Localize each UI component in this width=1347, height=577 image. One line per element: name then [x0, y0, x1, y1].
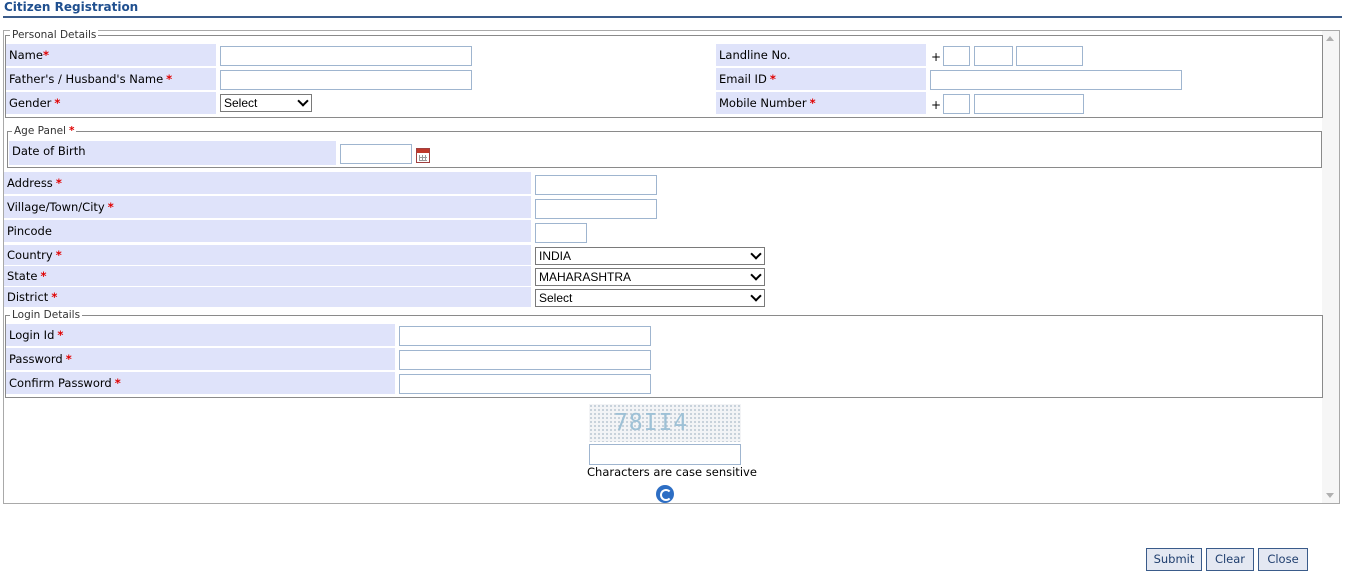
password-label: Password * — [6, 348, 395, 370]
required-mark: * — [55, 176, 62, 190]
pincode-label: Pincode — [4, 220, 531, 242]
landline-label-text: Landline No. — [719, 48, 791, 62]
captcha-input[interactable] — [589, 444, 741, 465]
chevron-down-icon — [750, 269, 762, 281]
required-mark: * — [51, 290, 58, 304]
scrollbar[interactable] — [1322, 31, 1339, 503]
gender-select-value: Select — [224, 96, 258, 110]
required-mark: * — [114, 376, 121, 390]
landline-plus-sign: + — [931, 50, 942, 64]
country-label-text: Country — [7, 248, 53, 262]
mobile-country-code-input[interactable] — [943, 94, 970, 114]
gender-label-text: Gender — [9, 96, 52, 110]
login-id-label: Login Id * — [6, 324, 395, 346]
village-input[interactable] — [535, 199, 657, 219]
login-details-legend: Login Details — [10, 308, 83, 322]
dob-label: Date of Birth — [9, 141, 336, 165]
required-mark: * — [68, 125, 75, 137]
district-label: District * — [4, 287, 531, 307]
required-mark: * — [55, 248, 62, 262]
confirm-password-label: Confirm Password * — [6, 372, 395, 394]
village-label-text: Village/Town/City — [7, 200, 105, 214]
captcha-image-text: 78II4 — [614, 410, 689, 436]
name-label-text: Name — [9, 48, 43, 62]
submit-button[interactable]: Submit — [1146, 548, 1202, 571]
dob-input[interactable] — [340, 144, 412, 164]
required-mark: * — [107, 200, 114, 214]
email-label-text: Email ID — [719, 72, 767, 86]
landline-number-input[interactable] — [1016, 46, 1083, 66]
captcha-image: 78II4 — [589, 404, 741, 442]
scroll-up-arrow-icon[interactable] — [1326, 36, 1334, 41]
required-mark: * — [769, 72, 776, 86]
country-select-value: INDIA — [539, 249, 572, 263]
password-input[interactable] — [399, 350, 651, 370]
mobile-label-text: Mobile Number — [719, 96, 807, 110]
pincode-input[interactable] — [535, 223, 587, 243]
name-label: Name* — [6, 44, 216, 66]
email-input[interactable] — [930, 70, 1182, 90]
required-mark: * — [42, 48, 49, 62]
village-label: Village/Town/City * — [4, 196, 531, 218]
login-id-input[interactable] — [399, 326, 651, 346]
state-select-value: MAHARASHTRA — [539, 270, 632, 284]
password-label-text: Password — [9, 352, 63, 366]
personal-details-legend: Personal Details — [10, 28, 99, 42]
gender-select[interactable]: Select — [220, 94, 312, 112]
confirm-password-input[interactable] — [399, 374, 651, 394]
refresh-captcha-icon[interactable] — [656, 485, 674, 503]
father-name-label: Father's / Husband's Name * — [6, 68, 216, 90]
age-panel-legend: Age Panel * — [12, 124, 77, 138]
address-label-text: Address — [7, 176, 53, 190]
landline-label: Landline No. — [716, 44, 926, 66]
name-input[interactable] — [220, 46, 472, 66]
required-mark: * — [40, 269, 47, 283]
login-id-label-text: Login Id — [9, 328, 55, 342]
mobile-plus-sign: + — [931, 98, 942, 112]
page-title: Citizen Registration — [4, 0, 139, 14]
close-button[interactable]: Close — [1258, 548, 1308, 571]
district-label-text: District — [7, 290, 49, 304]
required-mark: * — [65, 352, 72, 366]
scroll-down-arrow-icon[interactable] — [1326, 493, 1334, 498]
clear-button[interactable]: Clear — [1206, 548, 1254, 571]
state-label-text: State — [7, 269, 38, 283]
required-mark: * — [809, 96, 816, 110]
pincode-label-text: Pincode — [7, 224, 52, 238]
father-name-input[interactable] — [220, 70, 472, 90]
address-input[interactable] — [535, 175, 657, 195]
landline-std-code-input[interactable] — [974, 46, 1013, 66]
title-underline — [3, 16, 1342, 18]
state-label: State * — [4, 266, 531, 286]
captcha-note: Characters are case sensitive — [587, 465, 757, 479]
required-mark: * — [54, 96, 61, 110]
mobile-label: Mobile Number * — [716, 92, 926, 114]
required-mark: * — [57, 328, 64, 342]
landline-country-code-input[interactable] — [943, 46, 970, 66]
dob-label-text: Date of Birth — [12, 144, 86, 158]
father-name-label-text: Father's / Husband's Name — [9, 72, 164, 86]
age-panel-legend-text: Age Panel — [14, 125, 66, 137]
confirm-password-label-text: Confirm Password — [9, 376, 112, 390]
address-label: Address * — [4, 172, 531, 194]
country-label: Country * — [4, 245, 531, 265]
chevron-down-icon — [297, 95, 309, 107]
chevron-down-icon — [750, 290, 762, 302]
calendar-icon[interactable] — [416, 148, 430, 163]
required-mark: * — [166, 72, 173, 86]
email-label: Email ID * — [716, 68, 926, 90]
district-select[interactable]: Select — [535, 289, 765, 307]
mobile-number-input[interactable] — [974, 94, 1084, 114]
chevron-down-icon — [750, 248, 762, 260]
state-select[interactable]: MAHARASHTRA — [535, 268, 765, 286]
district-select-value: Select — [539, 291, 573, 305]
country-select[interactable]: INDIA — [535, 247, 765, 265]
gender-label: Gender * — [6, 92, 216, 114]
